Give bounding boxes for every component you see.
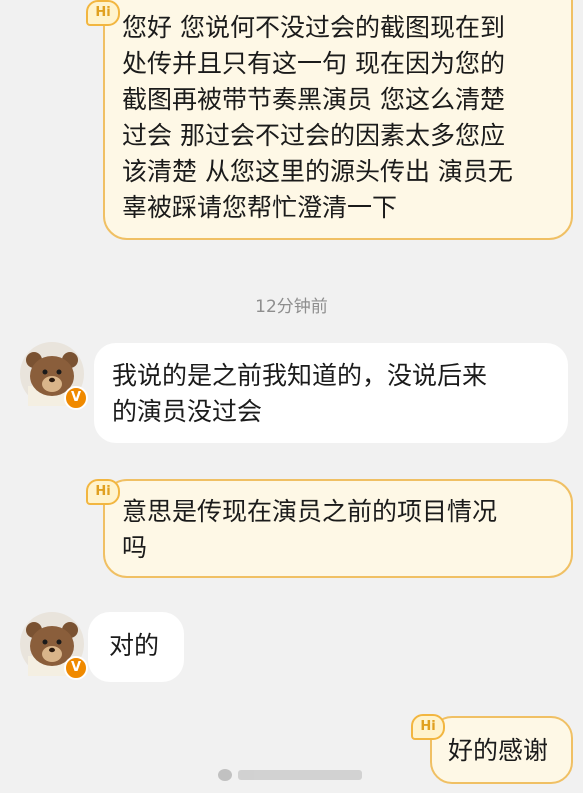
message-line: 吗 [122,533,148,562]
message-line: 该清楚 从您这里的源头传出 演员无 [122,157,513,186]
watermark-text-redacted [238,770,362,780]
message-text: 您好 您说何不没过会的截图现在到 处传并且只有这一句 现在因为您的 截图再被带节… [122,10,557,226]
message-line: 意思是传现在演员之前的项目情况 [122,497,498,526]
message-text: 我说的是之前我知道的，没说后来 的演员没过会 [112,358,550,430]
message-line: 对的 [109,631,160,660]
message-bubble-outgoing-2[interactable]: 意思是传现在演员之前的项目情况 吗 [103,479,573,578]
sender-avatar[interactable]: V [20,612,88,680]
hi-badge-icon: Hi [411,714,445,740]
hi-badge-icon: Hi [86,479,120,505]
watermark-logo [218,769,232,781]
message-line: 辜被踩请您帮忙澄清一下 [122,193,398,222]
weibo-watermark-icon [218,768,364,782]
message-line: 我说的是之前我知道的，没说后来 [112,361,488,390]
verified-badge-icon: V [64,386,88,410]
message-line: 的演员没过会 [112,397,263,426]
message-text: 好的感谢 [448,733,571,769]
message-line: 您好 您说何不没过会的截图现在到 [122,13,505,42]
message-line: 处传并且只有这一句 现在因为您的 [122,49,505,78]
message-text: 意思是传现在演员之前的项目情况 吗 [122,494,557,566]
message-text: 对的 [109,628,184,664]
message-line: 过会 那过会不过会的因素太多您应 [122,121,505,150]
hi-badge-icon: Hi [86,0,120,26]
message-line: 截图再被带节奏黑演员 您这么清楚 [122,85,505,114]
verified-badge-icon: V [64,656,88,680]
message-bubble-incoming-2[interactable]: 对的 [88,612,184,682]
message-bubble-outgoing-3[interactable]: 好的感谢 [430,716,573,784]
sender-avatar[interactable]: V [20,342,88,410]
message-line: 好的感谢 [448,736,549,765]
message-bubble-outgoing-1[interactable]: 您好 您说何不没过会的截图现在到 处传并且只有这一句 现在因为您的 截图再被带节… [103,0,573,240]
message-timestamp: 12分钟前 [255,297,328,317]
message-bubble-incoming-1[interactable]: 我说的是之前我知道的，没说后来 的演员没过会 [94,343,568,443]
